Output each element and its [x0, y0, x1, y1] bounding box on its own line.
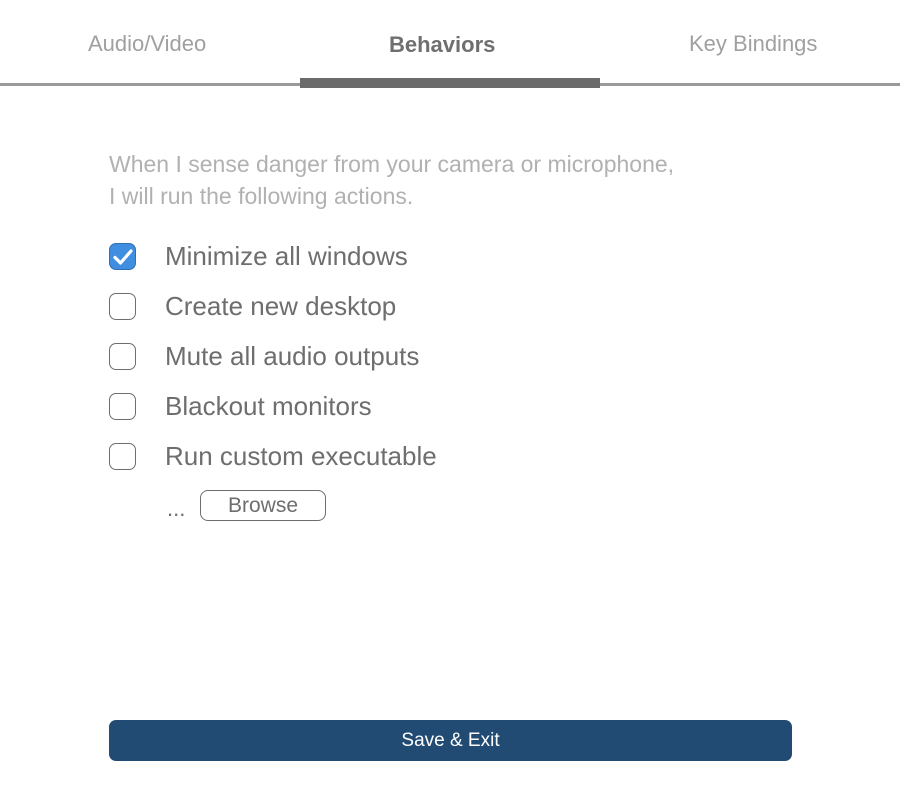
option-label: Run custom executable: [165, 441, 437, 471]
blackout-monitors-checkbox[interactable]: [109, 393, 136, 420]
browse-button[interactable]: Browse: [200, 490, 326, 521]
custom-executable-checkbox[interactable]: [109, 443, 136, 470]
save-exit-button[interactable]: Save & Exit: [109, 720, 792, 761]
minimize-windows-checkbox[interactable]: [109, 243, 136, 270]
option-minimize-all-windows[interactable]: Minimize all windows: [109, 241, 609, 273]
tab-audio-video[interactable]: Audio/Video: [88, 28, 206, 60]
option-label: Create new desktop: [165, 291, 397, 321]
tab-bar: Audio/Video Behaviors Key Bindings: [0, 0, 900, 88]
option-label: Blackout monitors: [165, 391, 372, 421]
intro-line-1: When I sense danger from your camera or …: [109, 151, 675, 177]
option-blackout-monitors[interactable]: Blackout monitors: [109, 391, 609, 423]
intro-line-2: I will run the following actions.: [109, 183, 414, 209]
active-tab-indicator: [300, 78, 600, 88]
intro-text: When I sense danger from your camera or …: [109, 148, 809, 212]
option-create-new-desktop[interactable]: Create new desktop: [109, 291, 609, 323]
mute-audio-checkbox[interactable]: [109, 343, 136, 370]
option-label: Minimize all windows: [165, 241, 408, 271]
create-desktop-checkbox[interactable]: [109, 293, 136, 320]
option-mute-audio-outputs[interactable]: Mute all audio outputs: [109, 341, 609, 373]
option-label: Mute all audio outputs: [165, 341, 420, 371]
executable-path-display: ...: [167, 496, 186, 521]
tab-behaviors[interactable]: Behaviors: [389, 29, 495, 61]
option-run-custom-executable[interactable]: Run custom executable: [109, 441, 609, 473]
tab-key-bindings[interactable]: Key Bindings: [689, 28, 817, 60]
check-icon: [113, 249, 133, 265]
